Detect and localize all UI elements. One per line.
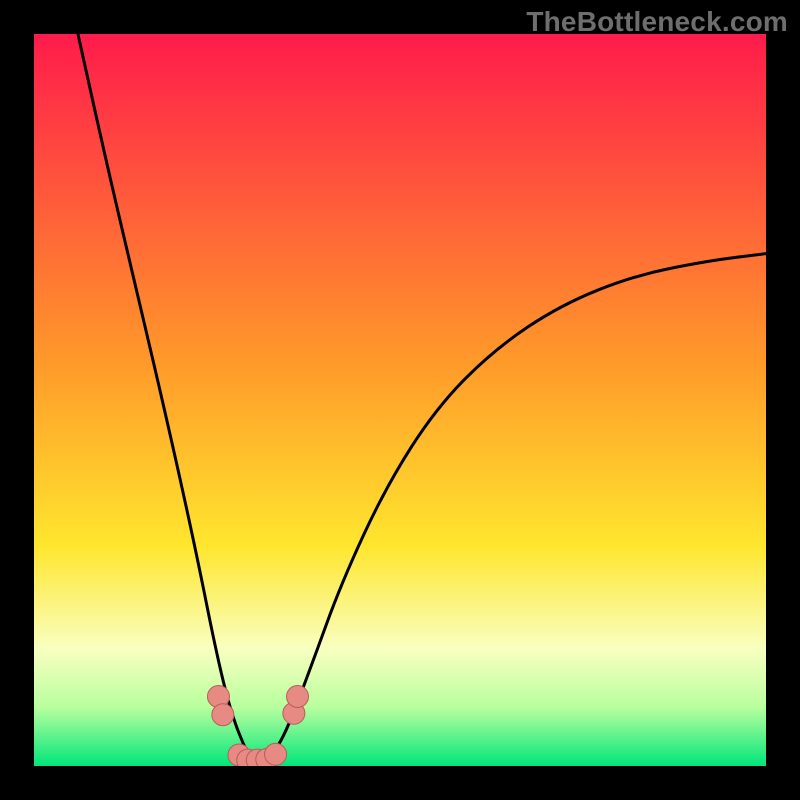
data-marker [287,685,309,707]
plot-area [34,34,766,766]
chart-frame: TheBottleneck.com [0,0,800,800]
data-marker [212,704,234,726]
bottleneck-chart [34,34,766,766]
gradient-background [34,34,766,766]
data-marker [265,743,287,765]
